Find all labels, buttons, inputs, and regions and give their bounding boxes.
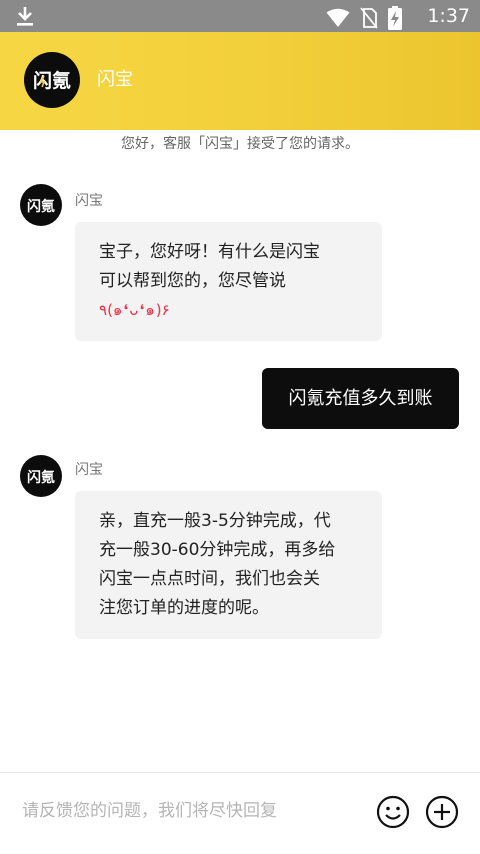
message-bubble-incoming: 宝子，您好呀！有什么是闪宝 可以帮到您的，您尽管说 ٩(๑❛ᴗ❛๑)۶ [75, 222, 382, 341]
chat-header: 闪氪 闪宝 [0, 32, 480, 130]
agent-avatar: 闪氪 [20, 184, 62, 226]
no-sim-icon [360, 7, 378, 29]
agent-avatar: 闪氪 [20, 455, 62, 497]
svg-text:闪氪: 闪氪 [27, 469, 55, 486]
message-kaomoji: ٩(๑❛ᴗ❛๑)۶ [99, 301, 170, 319]
message-text: 闪氪充值多久到账 [288, 387, 433, 409]
message-line: 亲，直充一般3-5分钟完成，代 [99, 511, 331, 531]
message-line: 闪宝一点点时间，我们也会关 [99, 569, 320, 589]
status-time: 1:37 [427, 5, 470, 27]
plus-icon[interactable] [425, 795, 459, 829]
message-line: 可以帮到您的，您尽管说 [99, 271, 286, 291]
agent-avatar-icon: 闪氪 [27, 198, 55, 215]
message-line: 充一般30-60分钟完成，再多给 [99, 540, 336, 560]
status-bar: 1:37 [0, 0, 480, 32]
battery-charging-icon [388, 6, 402, 30]
message-bubble-incoming: 亲，直充一般3-5分钟完成，代 充一般30-60分钟完成，再多给 闪宝一点点时间… [75, 491, 382, 639]
message-bubble-outgoing: 闪氪充值多久到账 [262, 368, 459, 429]
feedback-input[interactable]: 请反馈您的问题，我们将尽快回复 [22, 799, 277, 823]
chat-title: 闪宝 [97, 69, 133, 90]
system-note: 您好，客服「闪宝」接受了您的请求。 [121, 136, 359, 152]
status-icons [326, 6, 402, 30]
download-icon [17, 7, 33, 26]
brand-logo: 闪氪 [24, 52, 80, 108]
svg-text:闪氪: 闪氪 [27, 198, 55, 215]
wifi-icon [326, 8, 350, 27]
input-bar: 请反馈您的问题，我们将尽快回复 [0, 772, 480, 854]
emoji-icon[interactable] [376, 795, 410, 829]
brand-logo-icon: 闪氪 [33, 69, 71, 92]
message-line: 注您订单的进度的呢。 [99, 598, 269, 618]
svg-text:闪氪: 闪氪 [33, 69, 71, 92]
sender-name: 闪宝 [75, 462, 103, 478]
sender-name: 闪宝 [75, 193, 103, 209]
agent-avatar-icon: 闪氪 [27, 469, 55, 486]
message-line: 宝子，您好呀！有什么是闪宝 [99, 242, 320, 262]
